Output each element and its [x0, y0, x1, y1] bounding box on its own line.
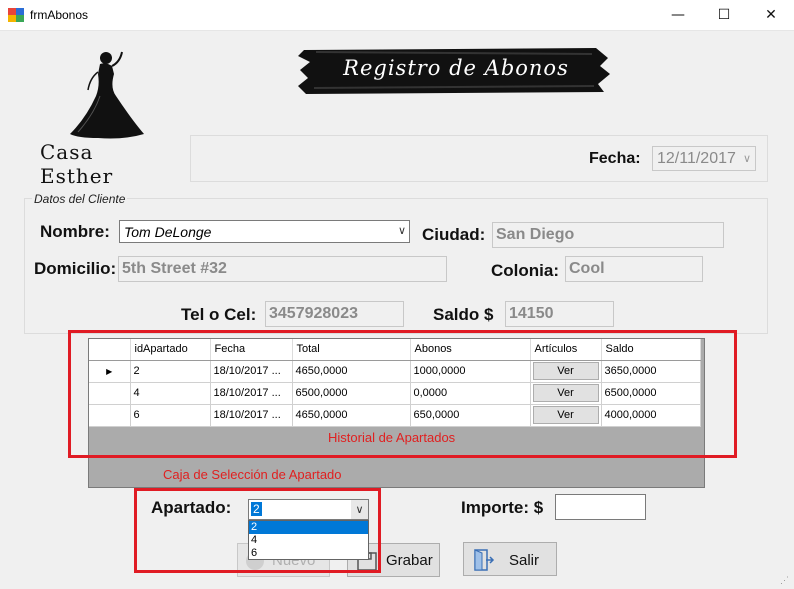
minimize-button[interactable]: —: [655, 0, 701, 31]
chevron-down-icon: ∨: [742, 152, 751, 165]
saldo-label: Saldo $: [433, 305, 494, 324]
tel-label: Tel o Cel:: [181, 305, 257, 324]
app-icon: [8, 8, 24, 22]
datos-cliente-legend: Datos del Cliente: [32, 192, 128, 206]
resize-grip-icon[interactable]: ⋰: [780, 575, 789, 586]
grid-highlight-box: [68, 330, 737, 458]
window-title: frmAbonos: [30, 8, 89, 22]
form-title: Registro de Abonos: [343, 56, 569, 80]
logo-text: Casa Esther: [40, 140, 114, 188]
exit-door-icon: [474, 549, 495, 571]
fecha-date-picker: 12/11/2017 ∨: [652, 146, 756, 171]
nombre-label: Nombre:: [40, 222, 110, 241]
grabar-label: Grabar: [386, 552, 433, 569]
seleccion-annotation: Caja de Selección de Apartado: [163, 467, 342, 482]
ciudad-field: San Diego: [492, 222, 724, 248]
tel-field: 3457928023: [265, 301, 404, 327]
importe-input[interactable]: [555, 494, 646, 520]
colonia-label: Colonia:: [491, 261, 559, 280]
chevron-down-icon[interactable]: ∨: [398, 224, 406, 237]
fecha-label: Fecha:: [589, 150, 641, 167]
domicilio-label: Domicilio:: [34, 259, 117, 278]
salir-label: Salir: [509, 552, 540, 569]
nombre-combo[interactable]: Tom DeLonge ∨: [119, 220, 410, 243]
colonia-field: Cool: [565, 256, 703, 282]
saldo-field: 14150: [505, 301, 614, 327]
close-button[interactable]: ✕: [748, 0, 794, 31]
importe-label: Importe: $: [461, 498, 544, 517]
ciudad-label: Ciudad:: [422, 225, 486, 244]
nombre-value: Tom DeLonge: [124, 224, 212, 240]
maximize-button[interactable]: ☐: [701, 0, 747, 31]
domicilio-field: 5th Street #32: [118, 256, 447, 282]
selection-highlight-box: [134, 488, 381, 573]
fecha-value: 12/11/2017: [657, 150, 736, 167]
salir-button[interactable]: Salir: [463, 542, 557, 576]
